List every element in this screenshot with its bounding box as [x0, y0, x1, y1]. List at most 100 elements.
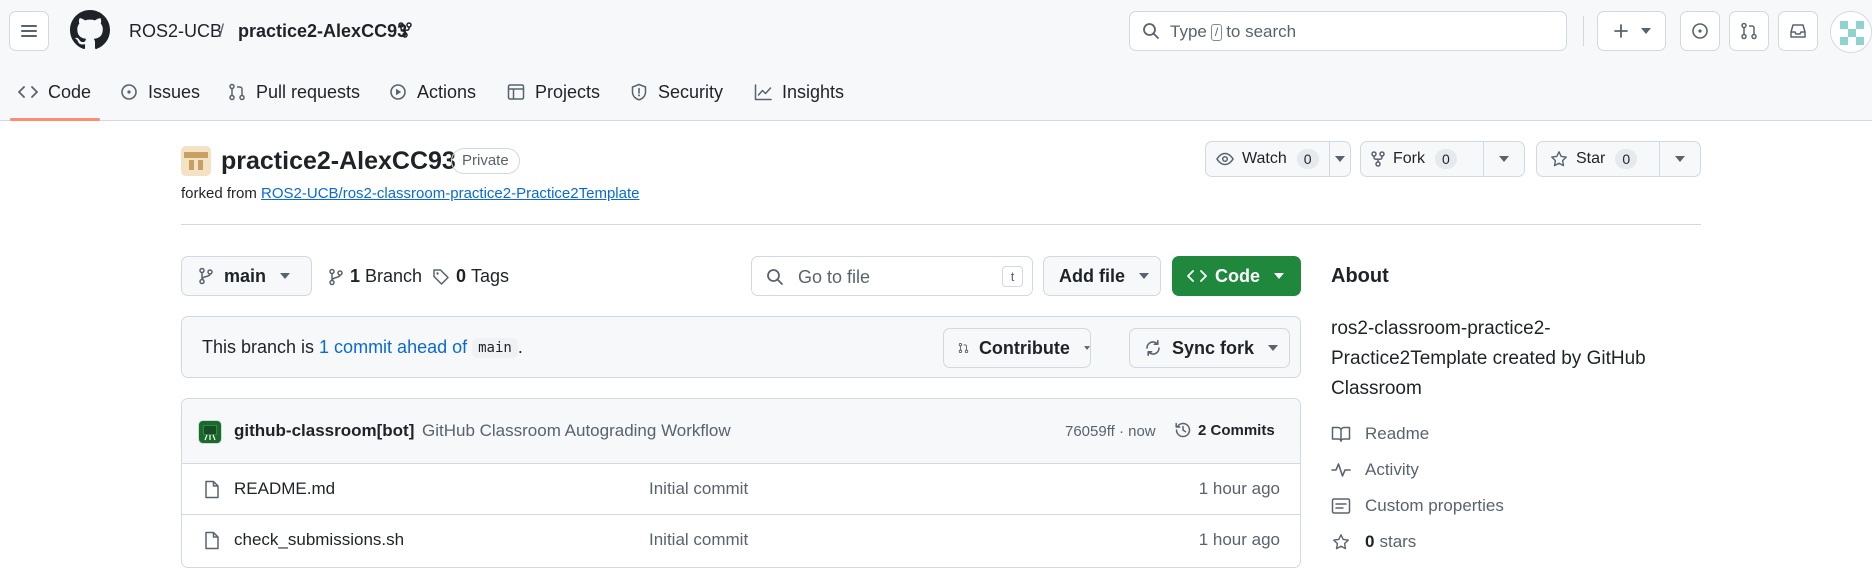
tab-pull-requests[interactable]: Pull requests [228, 80, 360, 104]
tag-label: Tags [471, 266, 510, 286]
graph-icon [754, 84, 772, 101]
code-button-label: Code [1215, 265, 1260, 286]
chevron-down-icon [1334, 156, 1345, 162]
code-icon [18, 86, 38, 98]
history-icon [1175, 422, 1191, 438]
file-commit-message[interactable]: Initial commit [649, 479, 748, 499]
star-button[interactable]: Star 0 [1537, 142, 1661, 176]
breadcrumb-owner[interactable]: ROS2-UCB [129, 20, 222, 42]
fork-dropdown-button[interactable] [1484, 142, 1524, 176]
file-commit-message[interactable]: Initial commit [649, 530, 748, 550]
commit-message[interactable]: GitHub Classroom Autograding Workflow [422, 421, 731, 441]
file-list: github-classroom[bot] GitHub Classroom A… [181, 398, 1301, 568]
active-tab-indicator [10, 118, 100, 121]
forked-from-link[interactable]: ROS2-UCB/ros2-classroom-practice2-Practi… [261, 185, 639, 202]
tab-issues[interactable]: Issues [120, 80, 200, 104]
create-new-button[interactable] [1597, 11, 1666, 51]
inbox-icon [1790, 24, 1806, 38]
chevron-down-icon [1268, 345, 1279, 351]
star-dropdown-button[interactable] [1660, 142, 1700, 176]
tab-code[interactable]: Code [18, 80, 91, 104]
fork-button[interactable]: Fork 0 [1361, 142, 1485, 176]
star-count: 0 [1615, 149, 1638, 169]
file-icon [205, 531, 219, 550]
branch-status-suffix: . [517, 337, 523, 357]
search-icon [767, 269, 783, 285]
chevron-down-icon [1675, 156, 1686, 162]
issue-icon [1692, 23, 1708, 39]
tab-security[interactable]: Security [630, 80, 723, 104]
tab-security-label: Security [658, 81, 724, 102]
contribute-label: Contribute [978, 337, 1070, 358]
watch-button-group: Watch 0 [1205, 141, 1351, 177]
code-button[interactable]: Code [1172, 256, 1301, 296]
forked-from-line: forked from ROS2-UCB/ros2-classroom-prac… [181, 185, 639, 202]
tab-actions[interactable]: Actions [389, 80, 476, 104]
user-avatar[interactable] [1830, 11, 1872, 53]
shield-icon [631, 83, 647, 101]
branch-status-message: This branch is 1 commit ahead of main . [202, 337, 523, 358]
contribute-button[interactable]: Contribute [943, 328, 1091, 368]
fork-icon [1371, 151, 1385, 167]
go-to-file-shortcut: t [1002, 266, 1023, 287]
search-input[interactable]: Type / to search [1129, 11, 1567, 51]
tab-insights[interactable]: Insights [754, 80, 844, 104]
file-icon [205, 480, 219, 499]
readme-link[interactable]: Readme [1331, 424, 1429, 444]
go-to-file-placeholder: Go to file [798, 267, 871, 287]
watch-dropdown-button[interactable] [1330, 142, 1350, 176]
go-to-file-input[interactable]: Go to file t [751, 256, 1033, 296]
branch-status-banner: This branch is 1 commit ahead of main . … [181, 316, 1301, 378]
tags-link[interactable]: 0 Tags [432, 266, 509, 287]
add-file-label: Add file [1059, 265, 1125, 286]
stars-label: stars [1379, 532, 1417, 551]
commit-hash-time[interactable]: 76059ff · now [1065, 423, 1156, 440]
pulse-icon [1331, 463, 1351, 477]
custom-properties-link[interactable]: Custom properties [1331, 496, 1504, 516]
chevron-down-icon [1083, 346, 1090, 350]
github-logo-icon[interactable] [70, 10, 110, 50]
fork-count: 0 [1435, 149, 1457, 169]
commits-link[interactable]: 2 Commits [1174, 421, 1275, 439]
file-name[interactable]: check_submissions.sh [234, 530, 404, 550]
fork-label: Fork [1393, 150, 1425, 167]
watch-button[interactable]: Watch 0 [1206, 142, 1330, 176]
file-name[interactable]: README.md [234, 479, 335, 499]
pull-requests-button[interactable] [1729, 11, 1769, 51]
commits-ahead-link[interactable]: 1 commit ahead of [319, 337, 467, 358]
bot-avatar[interactable] [198, 420, 222, 444]
play-icon [390, 84, 406, 100]
star-label: Star [1576, 150, 1606, 167]
about-description: ros2-classroom-practice2-Practice2Templa… [1331, 318, 1646, 399]
activity-label: Activity [1365, 460, 1419, 479]
inbox-button[interactable] [1778, 11, 1818, 51]
about-heading: About [1331, 265, 1389, 287]
tab-insights-label: Insights [782, 81, 845, 102]
star-icon [1333, 534, 1349, 550]
breadcrumb-repo[interactable]: practice2-AlexCC93 [238, 20, 407, 42]
app-header: ROS2-UCB / practice2-AlexCC93 Type / to … [0, 0, 1872, 121]
hamburger-menu-button[interactable] [9, 11, 49, 51]
tab-projects[interactable]: Projects [507, 80, 600, 104]
custom-properties-label: Custom properties [1365, 496, 1504, 515]
file-row[interactable]: README.md Initial commit 1 hour ago [182, 464, 1300, 515]
repo-title[interactable]: practice2-AlexCC93 [221, 146, 456, 176]
forked-prefix: forked from [181, 185, 257, 202]
branch-name: main [224, 265, 267, 286]
activity-link[interactable]: Activity [1331, 460, 1419, 480]
readme-label: Readme [1365, 424, 1430, 443]
file-row[interactable]: check_submissions.sh Initial commit 1 ho… [182, 515, 1300, 566]
issues-button[interactable] [1680, 11, 1720, 51]
file-commit-time: 1 hour ago [1198, 479, 1280, 498]
sync-icon [1146, 340, 1160, 356]
search-suffix: to search [1226, 22, 1297, 41]
stars-link[interactable]: 0 stars [1331, 532, 1416, 552]
branches-link[interactable]: 1 Branch [328, 266, 422, 287]
code-icon [1187, 270, 1207, 282]
table-icon [507, 84, 525, 100]
sync-fork-button[interactable]: Sync fork [1129, 328, 1290, 368]
commit-author[interactable]: github-classroom[bot] [234, 421, 414, 441]
branch-selector-button[interactable]: main [181, 256, 312, 296]
note-icon [1331, 498, 1351, 514]
add-file-button[interactable]: Add file [1043, 256, 1161, 296]
